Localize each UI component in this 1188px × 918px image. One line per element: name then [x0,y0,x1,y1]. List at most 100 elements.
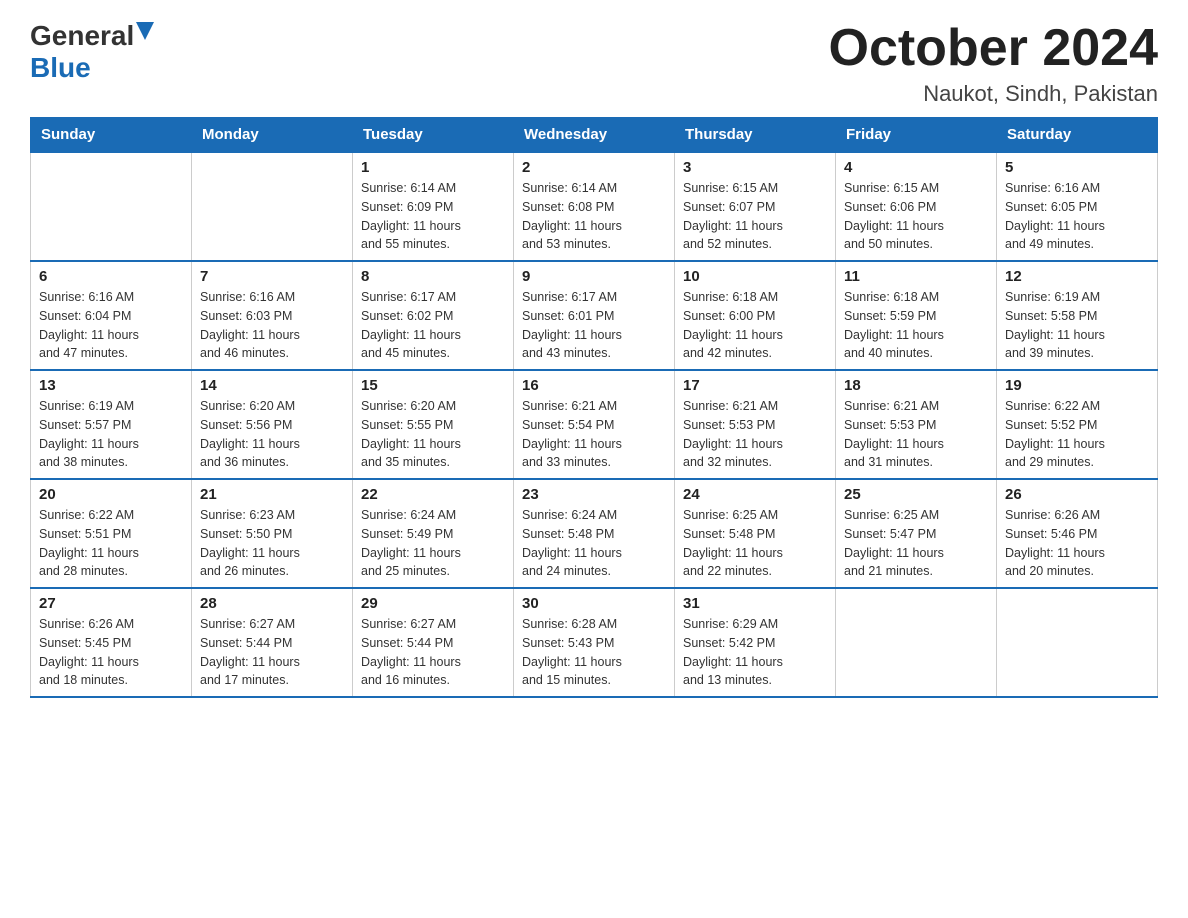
weekday-header-saturday: Saturday [997,118,1158,153]
day-number: 30 [522,595,666,612]
day-info: Sunrise: 6:25 AMSunset: 5:47 PMDaylight:… [844,506,988,581]
calendar-cell: 1 Sunrise: 6:14 AMSunset: 6:09 PMDaylight… [353,152,514,261]
day-info: Sunrise: 6:17 AMSunset: 6:01 PMDaylight:… [522,288,666,363]
calendar-cell: 26 Sunrise: 6:26 AMSunset: 5:46 PMDayligh… [997,479,1158,588]
calendar-week-row: 20 Sunrise: 6:22 AMSunset: 5:51 PMDayligh… [31,479,1158,588]
day-info: Sunrise: 6:15 AMSunset: 6:07 PMDaylight:… [683,179,827,254]
calendar-cell: 24 Sunrise: 6:25 AMSunset: 5:48 PMDayligh… [675,479,836,588]
calendar-cell: 3 Sunrise: 6:15 AMSunset: 6:07 PMDaylight… [675,152,836,261]
day-info: Sunrise: 6:27 AMSunset: 5:44 PMDaylight:… [200,615,344,690]
day-number: 3 [683,159,827,176]
day-number: 29 [361,595,505,612]
weekday-header-tuesday: Tuesday [353,118,514,153]
calendar-cell: 30 Sunrise: 6:28 AMSunset: 5:43 PMDayligh… [514,588,675,697]
day-info: Sunrise: 6:23 AMSunset: 5:50 PMDaylight:… [200,506,344,581]
day-info: Sunrise: 6:16 AMSunset: 6:05 PMDaylight:… [1005,179,1149,254]
calendar-cell: 29 Sunrise: 6:27 AMSunset: 5:44 PMDayligh… [353,588,514,697]
page-header: General Blue October 2024 Naukot, Sindh,… [30,20,1158,107]
day-info: Sunrise: 6:18 AMSunset: 6:00 PMDaylight:… [683,288,827,363]
calendar-cell: 20 Sunrise: 6:22 AMSunset: 5:51 PMDayligh… [31,479,192,588]
day-number: 25 [844,486,988,503]
day-number: 12 [1005,268,1149,285]
calendar-header-row: SundayMondayTuesdayWednesdayThursdayFrid… [31,118,1158,153]
day-info: Sunrise: 6:14 AMSunset: 6:08 PMDaylight:… [522,179,666,254]
location-text: Naukot, Sindh, Pakistan [829,81,1159,107]
calendar-cell: 4Sunrise: 6:15 AMSunset: 6:06 PMDaylight… [836,152,997,261]
calendar-cell: 14 Sunrise: 6:20 AMSunset: 5:56 PMDayligh… [192,370,353,479]
weekday-header-wednesday: Wednesday [514,118,675,153]
day-info: Sunrise: 6:22 AMSunset: 5:51 PMDaylight:… [39,506,183,581]
day-info: Sunrise: 6:19 AMSunset: 5:57 PMDaylight:… [39,397,183,472]
calendar-week-row: 13 Sunrise: 6:19 AMSunset: 5:57 PMDayligh… [31,370,1158,479]
calendar-week-row: 1 Sunrise: 6:14 AMSunset: 6:09 PMDaylight… [31,152,1158,261]
day-info: Sunrise: 6:20 AMSunset: 5:56 PMDaylight:… [200,397,344,472]
calendar-cell [997,588,1158,697]
title-section: October 2024 Naukot, Sindh, Pakistan [829,20,1159,107]
calendar-cell: 10 Sunrise: 6:18 AMSunset: 6:00 PMDayligh… [675,261,836,370]
logo-arrow-icon [136,22,154,47]
day-number: 1 [361,159,505,176]
day-number: 7 [200,268,344,285]
calendar-cell: 12Sunrise: 6:19 AMSunset: 5:58 PMDayligh… [997,261,1158,370]
day-info: Sunrise: 6:28 AMSunset: 5:43 PMDaylight:… [522,615,666,690]
day-info: Sunrise: 6:21 AMSunset: 5:53 PMDaylight:… [844,397,988,472]
day-number: 9 [522,268,666,285]
logo: General Blue [30,20,154,84]
calendar-cell: 16Sunrise: 6:21 AMSunset: 5:54 PMDayligh… [514,370,675,479]
calendar-cell: 6 Sunrise: 6:16 AMSunset: 6:04 PMDaylight… [31,261,192,370]
day-info: Sunrise: 6:26 AMSunset: 5:46 PMDaylight:… [1005,506,1149,581]
day-number: 2 [522,159,666,176]
day-info: Sunrise: 6:24 AMSunset: 5:48 PMDaylight:… [522,506,666,581]
calendar-cell: 25 Sunrise: 6:25 AMSunset: 5:47 PMDayligh… [836,479,997,588]
calendar-cell: 22Sunrise: 6:24 AMSunset: 5:49 PMDayligh… [353,479,514,588]
day-number: 24 [683,486,827,503]
calendar-cell: 23 Sunrise: 6:24 AMSunset: 5:48 PMDayligh… [514,479,675,588]
day-number: 15 [361,377,505,394]
day-number: 14 [200,377,344,394]
day-info: Sunrise: 6:17 AMSunset: 6:02 PMDaylight:… [361,288,505,363]
day-info: Sunrise: 6:21 AMSunset: 5:54 PMDaylight:… [522,397,666,472]
day-info: Sunrise: 6:16 AMSunset: 6:03 PMDaylight:… [200,288,344,363]
calendar-cell: 2 Sunrise: 6:14 AMSunset: 6:08 PMDaylight… [514,152,675,261]
day-info: Sunrise: 6:27 AMSunset: 5:44 PMDaylight:… [361,615,505,690]
day-number: 28 [200,595,344,612]
calendar-cell: 7 Sunrise: 6:16 AMSunset: 6:03 PMDaylight… [192,261,353,370]
calendar-cell [31,152,192,261]
calendar-week-row: 6 Sunrise: 6:16 AMSunset: 6:04 PMDaylight… [31,261,1158,370]
calendar-table: SundayMondayTuesdayWednesdayThursdayFrid… [30,117,1158,698]
month-title: October 2024 [829,20,1159,77]
weekday-header-thursday: Thursday [675,118,836,153]
logo-general-text: General [30,20,134,52]
day-info: Sunrise: 6:25 AMSunset: 5:48 PMDaylight:… [683,506,827,581]
weekday-header-monday: Monday [192,118,353,153]
calendar-cell: 27 Sunrise: 6:26 AMSunset: 5:45 PMDayligh… [31,588,192,697]
day-number: 10 [683,268,827,285]
day-number: 17 [683,377,827,394]
weekday-header-sunday: Sunday [31,118,192,153]
day-number: 19 [1005,377,1149,394]
day-info: Sunrise: 6:14 AMSunset: 6:09 PMDaylight:… [361,179,505,254]
calendar-cell: 11 Sunrise: 6:18 AMSunset: 5:59 PMDayligh… [836,261,997,370]
day-number: 4 [844,159,988,176]
day-number: 11 [844,268,988,285]
day-number: 18 [844,377,988,394]
day-number: 20 [39,486,183,503]
logo-blue-text: Blue [30,52,91,84]
day-number: 6 [39,268,183,285]
day-info: Sunrise: 6:26 AMSunset: 5:45 PMDaylight:… [39,615,183,690]
day-number: 8 [361,268,505,285]
day-number: 27 [39,595,183,612]
day-info: Sunrise: 6:18 AMSunset: 5:59 PMDaylight:… [844,288,988,363]
calendar-cell: 5 Sunrise: 6:16 AMSunset: 6:05 PMDaylight… [997,152,1158,261]
calendar-cell: 8 Sunrise: 6:17 AMSunset: 6:02 PMDaylight… [353,261,514,370]
calendar-cell: 19Sunrise: 6:22 AMSunset: 5:52 PMDayligh… [997,370,1158,479]
calendar-cell [836,588,997,697]
calendar-cell: 21Sunrise: 6:23 AMSunset: 5:50 PMDayligh… [192,479,353,588]
calendar-cell: 17Sunrise: 6:21 AMSunset: 5:53 PMDayligh… [675,370,836,479]
calendar-cell: 28 Sunrise: 6:27 AMSunset: 5:44 PMDayligh… [192,588,353,697]
day-number: 5 [1005,159,1149,176]
day-info: Sunrise: 6:16 AMSunset: 6:04 PMDaylight:… [39,288,183,363]
day-number: 23 [522,486,666,503]
day-number: 13 [39,377,183,394]
day-number: 26 [1005,486,1149,503]
